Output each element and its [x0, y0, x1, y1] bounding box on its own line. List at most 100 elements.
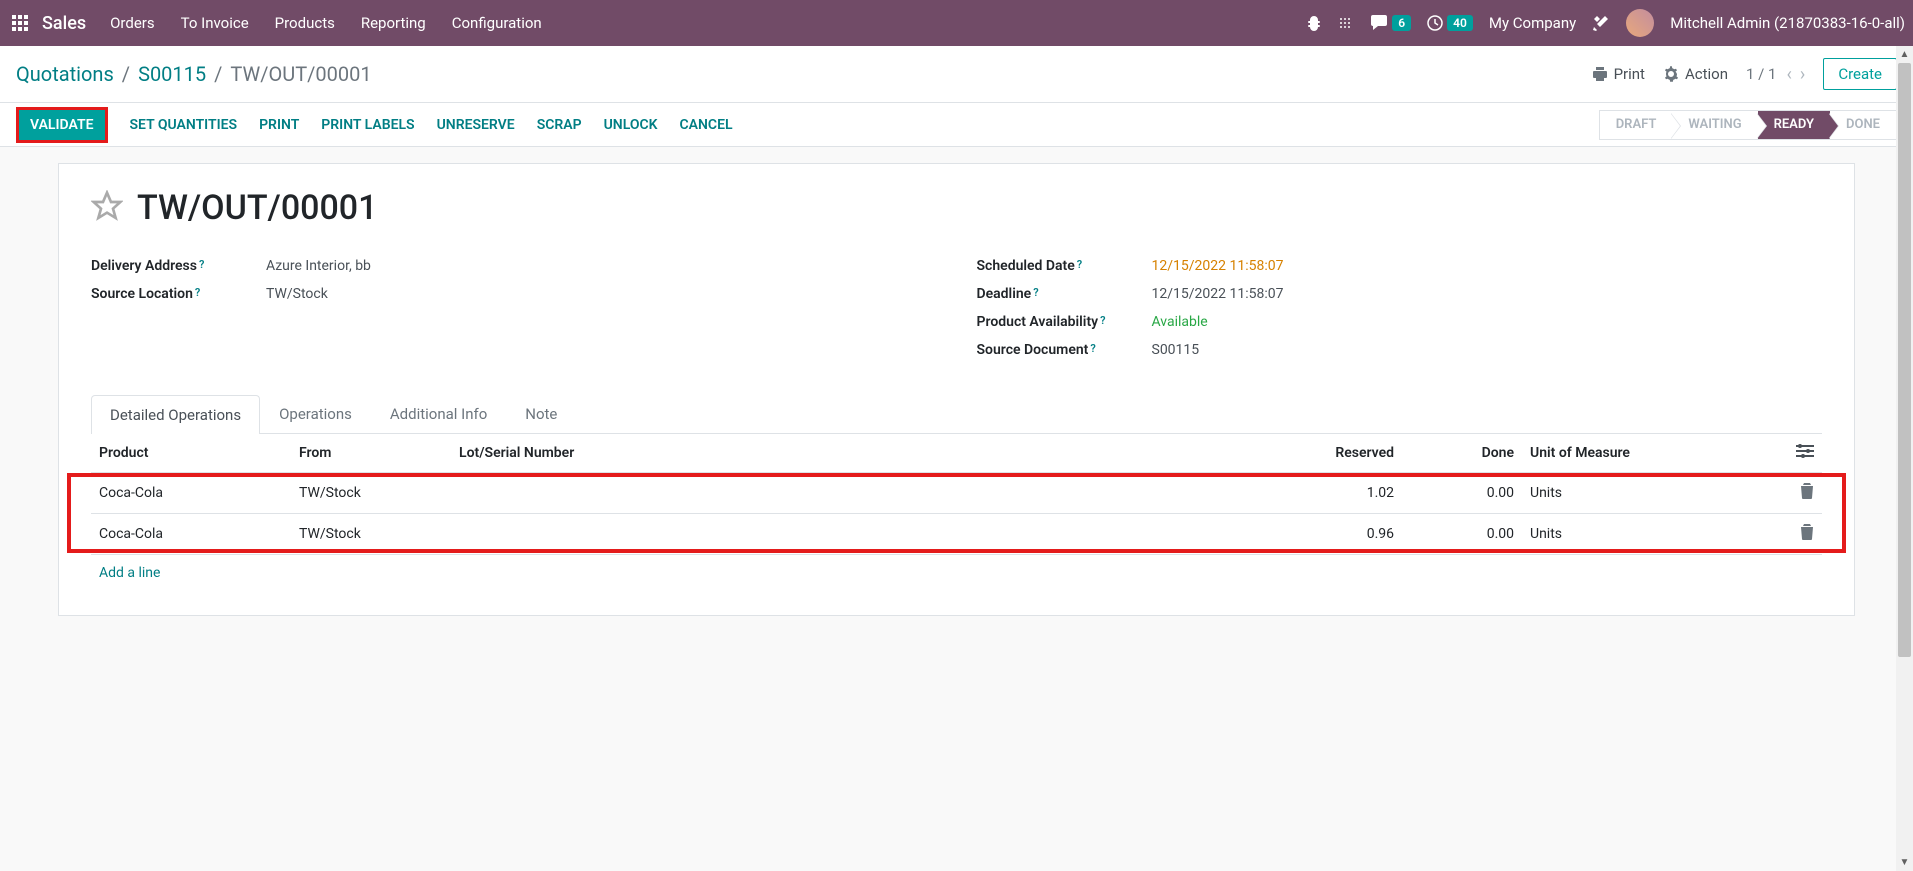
star-icon[interactable] — [91, 190, 123, 226]
menu-configuration[interactable]: Configuration — [452, 14, 542, 32]
stage-waiting[interactable]: WAITING — [1672, 110, 1757, 140]
tab-additional-info[interactable]: Additional Info — [371, 394, 506, 433]
form-sheet: TW/OUT/00001 Delivery Address? Azure Int… — [58, 163, 1855, 616]
topnav-right: 6 40 My Company Mitchell Admin (21870383… — [1306, 9, 1905, 37]
form-grid: Delivery Address? Azure Interior, bb Sou… — [91, 252, 1822, 364]
col-settings[interactable] — [1782, 434, 1822, 473]
help-icon[interactable]: ? — [1090, 342, 1095, 355]
unlock-button[interactable]: UNLOCK — [604, 117, 658, 133]
value-source-document[interactable]: S00115 — [1152, 342, 1200, 358]
debug-icon[interactable] — [1306, 15, 1322, 31]
cell-reserved[interactable]: 0.96 — [1282, 514, 1402, 555]
tab-operations[interactable]: Operations — [260, 394, 371, 433]
create-button[interactable]: Create — [1823, 58, 1897, 90]
cell-reserved[interactable]: 1.02 — [1282, 473, 1402, 514]
avatar[interactable] — [1626, 9, 1654, 37]
shortcut-icon[interactable] — [1338, 15, 1354, 31]
breadcrumb-quotations[interactable]: Quotations — [16, 62, 114, 86]
scroll-thumb[interactable] — [1898, 63, 1911, 657]
pager-next-icon[interactable]: › — [1800, 64, 1805, 85]
tab-note[interactable]: Note — [506, 394, 576, 433]
print-labels-button[interactable]: PRINT LABELS — [321, 117, 414, 133]
trash-icon[interactable] — [1800, 487, 1814, 503]
settings-icon[interactable] — [1796, 446, 1814, 462]
value-delivery-address[interactable]: Azure Interior, bb — [266, 258, 371, 274]
menu-to-invoice[interactable]: To Invoice — [181, 14, 249, 32]
table-row[interactable]: Coca-Cola TW/Stock 0.96 0.00 Units — [91, 514, 1822, 555]
col-product[interactable]: Product — [91, 434, 291, 473]
stages: DRAFT WAITING READY DONE — [1599, 110, 1897, 140]
breadcrumb-s00115[interactable]: S00115 — [138, 62, 206, 86]
cell-product[interactable]: Coca-Cola — [91, 473, 291, 514]
breadcrumb-sep: / — [122, 62, 130, 86]
user-name[interactable]: Mitchell Admin (21870383-16-0-all) — [1670, 14, 1905, 32]
messages-icon[interactable]: 6 — [1370, 15, 1411, 31]
cell-done[interactable]: 0.00 — [1402, 473, 1522, 514]
cancel-button[interactable]: CANCEL — [680, 117, 733, 133]
help-icon[interactable]: ? — [1100, 314, 1105, 327]
pager-text[interactable]: 1 / 1 — [1746, 65, 1777, 83]
control-bar: Quotations / S00115 / TW/OUT/00001 Print… — [0, 46, 1913, 103]
scrollbar[interactable]: ▲ ▼ — [1896, 46, 1913, 871]
col-reserved[interactable]: Reserved — [1282, 434, 1402, 473]
unreserve-button[interactable]: UNRESERVE — [437, 117, 515, 133]
col-uom[interactable]: Unit of Measure — [1522, 434, 1782, 473]
activities-badge: 40 — [1447, 15, 1473, 31]
label-scheduled-date: Scheduled Date? — [977, 258, 1152, 274]
trash-icon[interactable] — [1800, 528, 1814, 544]
pager-prev-icon[interactable]: ‹ — [1787, 64, 1792, 85]
scroll-down-icon[interactable]: ▼ — [1896, 854, 1913, 871]
cell-uom[interactable]: Units — [1522, 514, 1782, 555]
menu-reporting[interactable]: Reporting — [361, 14, 426, 32]
table-row[interactable]: Coca-Cola TW/Stock 1.02 0.00 Units — [91, 473, 1822, 514]
scrap-button[interactable]: SCRAP — [537, 117, 582, 133]
app-name[interactable]: Sales — [42, 13, 86, 34]
value-scheduled-date[interactable]: 12/15/2022 11:58:07 — [1152, 258, 1284, 274]
tab-detailed-operations[interactable]: Detailed Operations — [91, 395, 260, 434]
action-dropdown[interactable]: Action — [1663, 65, 1728, 83]
breadcrumb-sep: / — [214, 62, 222, 86]
cell-product[interactable]: Coca-Cola — [91, 514, 291, 555]
menu-products[interactable]: Products — [275, 14, 335, 32]
top-nav: Sales Orders To Invoice Products Reporti… — [0, 0, 1913, 46]
value-deadline[interactable]: 12/15/2022 11:58:07 — [1152, 286, 1284, 302]
apps-icon[interactable] — [8, 11, 32, 35]
col-from[interactable]: From — [291, 434, 451, 473]
operations-table: Product From Lot/Serial Number Reserved … — [91, 434, 1822, 591]
help-icon[interactable]: ? — [1033, 286, 1038, 299]
col-lot[interactable]: Lot/Serial Number — [451, 434, 1282, 473]
cell-done[interactable]: 0.00 — [1402, 514, 1522, 555]
col-done[interactable]: Done — [1402, 434, 1522, 473]
cell-lot[interactable] — [451, 473, 1282, 514]
topnav-menu: Orders To Invoice Products Reporting Con… — [110, 14, 1306, 32]
label-deadline: Deadline? — [977, 286, 1152, 302]
statusbar-left: VALIDATE SET QUANTITIES PRINT PRINT LABE… — [16, 107, 733, 143]
pager: 1 / 1 ‹ › — [1746, 64, 1805, 85]
stage-draft[interactable]: DRAFT — [1599, 110, 1673, 140]
breadcrumb-current: TW/OUT/00001 — [230, 62, 371, 86]
stage-ready[interactable]: READY — [1758, 110, 1830, 140]
label-source-document: Source Document? — [977, 342, 1152, 358]
help-icon[interactable]: ? — [195, 286, 200, 299]
scroll-up-icon[interactable]: ▲ — [1896, 46, 1913, 63]
print-button[interactable]: PRINT — [259, 117, 299, 133]
cell-from[interactable]: TW/Stock — [291, 514, 451, 555]
help-icon[interactable]: ? — [199, 258, 204, 271]
validate-highlight: VALIDATE — [16, 107, 108, 143]
help-icon[interactable]: ? — [1077, 258, 1082, 271]
add-line-text[interactable]: Add a line — [91, 555, 1822, 592]
company-name[interactable]: My Company — [1489, 14, 1576, 32]
cell-lot[interactable] — [451, 514, 1282, 555]
breadcrumb: Quotations / S00115 / TW/OUT/00001 — [16, 62, 1592, 86]
cell-from[interactable]: TW/Stock — [291, 473, 451, 514]
value-source-location[interactable]: TW/Stock — [266, 286, 328, 302]
cell-uom[interactable]: Units — [1522, 473, 1782, 514]
print-action[interactable]: Print — [1592, 65, 1645, 83]
validate-button[interactable]: VALIDATE — [19, 110, 105, 140]
menu-orders[interactable]: Orders — [110, 14, 155, 32]
activities-icon[interactable]: 40 — [1427, 15, 1473, 31]
stage-done[interactable]: DONE — [1830, 110, 1897, 140]
set-quantities-button[interactable]: SET QUANTITIES — [130, 117, 238, 133]
add-line-row[interactable]: Add a line — [91, 555, 1822, 592]
tools-icon[interactable] — [1592, 14, 1610, 32]
